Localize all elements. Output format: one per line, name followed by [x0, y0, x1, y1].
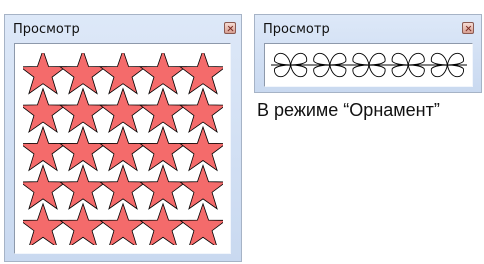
- star-icon: [178, 87, 223, 134]
- star-icon: [138, 202, 188, 245]
- star-icon: [23, 53, 68, 95]
- star-icon: [138, 87, 188, 134]
- star-icon: [58, 202, 108, 245]
- preview-canvas: [14, 43, 231, 254]
- star-pattern: [23, 53, 223, 245]
- star-icon: [98, 87, 148, 134]
- star-icon: [178, 53, 223, 95]
- star-icon: [138, 125, 188, 172]
- star-icon: [178, 202, 223, 245]
- close-icon[interactable]: [224, 22, 236, 34]
- panel-title: Просмотр: [263, 22, 330, 37]
- star-icon: [58, 125, 108, 172]
- star-icon: [58, 164, 108, 210]
- star-icon: [23, 125, 68, 172]
- star-icon: [178, 164, 223, 210]
- close-icon[interactable]: [462, 22, 474, 34]
- star-icon: [23, 87, 68, 134]
- star-icon: [178, 125, 223, 172]
- ornament-canvas: [264, 43, 473, 87]
- star-icon: [138, 164, 188, 210]
- star-icon: [23, 164, 68, 210]
- panel-title: Просмотр: [13, 22, 80, 37]
- ornament-pattern: [271, 52, 467, 78]
- star-icon: [98, 202, 148, 245]
- ornament-preview-panel: Просмотр: [254, 14, 482, 93]
- star-icon: [23, 202, 68, 245]
- star-icon: [98, 164, 148, 210]
- star-icon: [98, 125, 148, 172]
- star-icon: [58, 87, 108, 134]
- preview-panel: Просмотр: [4, 14, 242, 262]
- ornament-mode-caption: В режиме “Орнамент”: [257, 100, 440, 120]
